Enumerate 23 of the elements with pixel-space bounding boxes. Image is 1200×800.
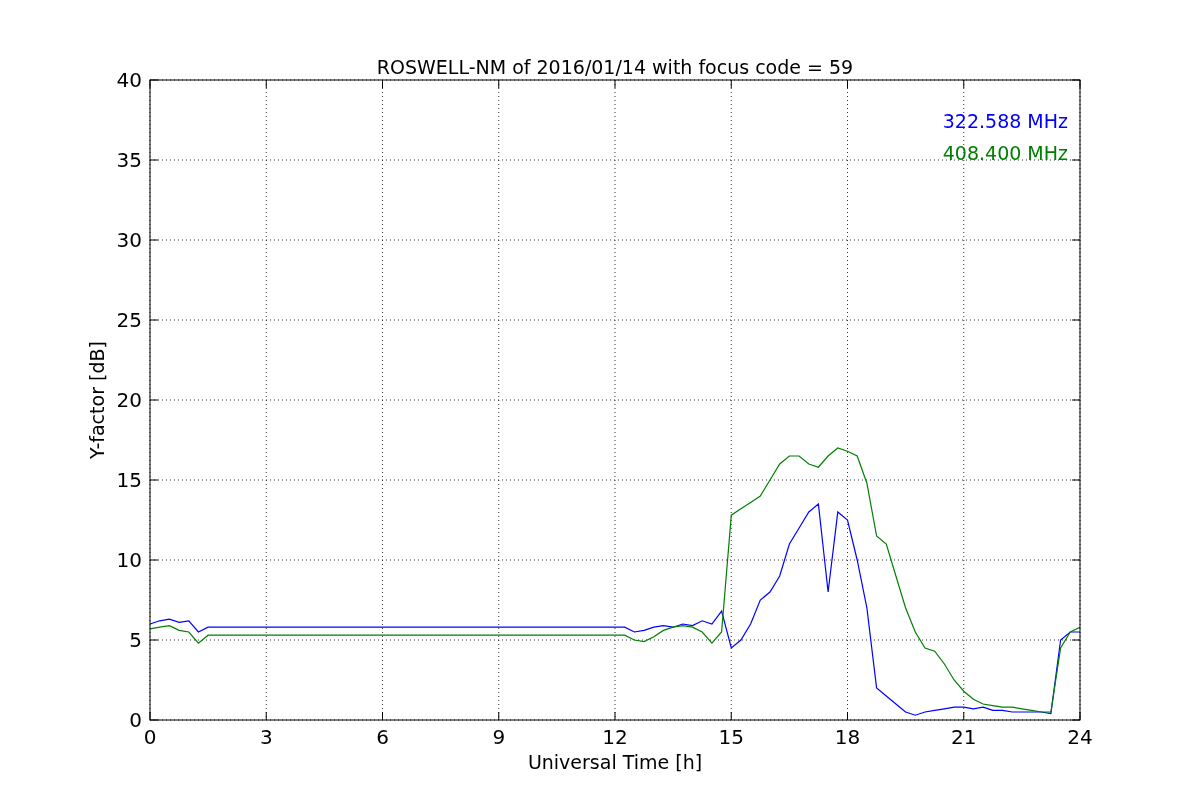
y-tick-label: 20 <box>116 388 142 412</box>
x-tick-label: 0 <box>143 725 157 749</box>
y-tick-label: 0 <box>129 708 142 732</box>
legend-label: 322.588 MHz <box>942 110 1068 132</box>
y-tick-label: 35 <box>116 148 142 172</box>
y-tick-label: 30 <box>116 228 142 252</box>
x-tick-label: 15 <box>718 725 744 749</box>
y-axis-label: Y-factor [dB] <box>86 341 108 459</box>
x-tick-label: 3 <box>259 725 273 749</box>
chart-title: ROSWELL-NM of 2016/01/14 with focus code = 59 <box>376 56 854 78</box>
legend-label: 408.400 MHz <box>942 142 1068 164</box>
x-tick-label: 21 <box>951 725 977 749</box>
x-tick-label: 12 <box>602 725 628 749</box>
x-tick-label: 6 <box>376 725 389 749</box>
x-axis-label: Universal Time [h] <box>527 751 703 773</box>
x-tick-label: 9 <box>492 725 506 749</box>
y-tick-label: 10 <box>116 548 142 572</box>
y-tick-label: 15 <box>116 468 142 492</box>
y-tick-label: 5 <box>129 628 142 652</box>
x-tick-label: 18 <box>834 725 861 749</box>
y-tick-label: 25 <box>116 308 142 332</box>
y-tick-label: 40 <box>116 68 142 92</box>
x-tick-label: 24 <box>1067 725 1093 749</box>
